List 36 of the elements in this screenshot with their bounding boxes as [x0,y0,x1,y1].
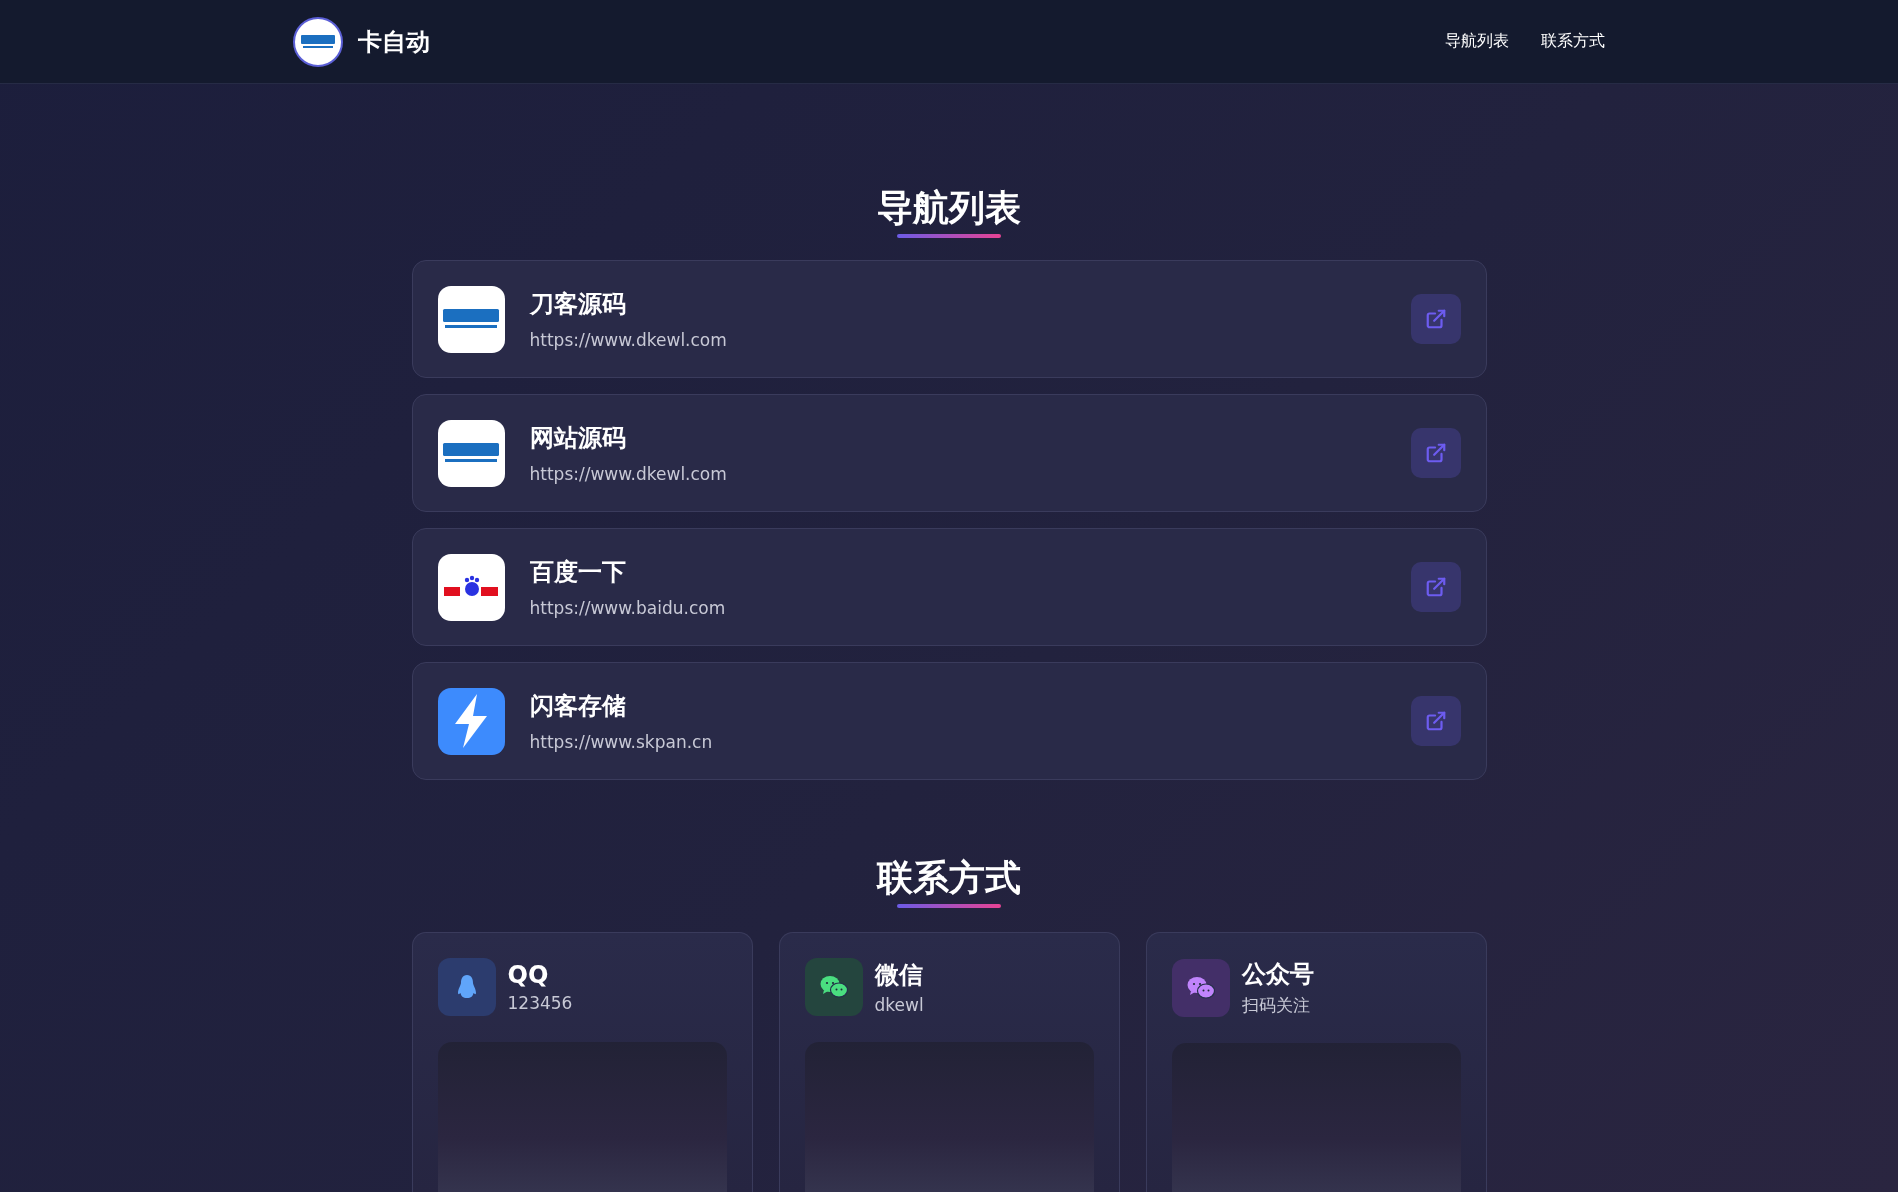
nav-link[interactable]: 导航列表 [1445,31,1509,52]
contact-name: 微信 [874,960,924,991]
external-link-icon [1424,710,1447,732]
link-title: 刀客源码 [529,289,627,320]
contact-value: dkewl [874,995,924,1015]
link-card[interactable]: 闪客存储 https://www.skpan.cn [411,662,1487,780]
link-card[interactable]: 网站源码 https://www.dkewl.com [411,394,1487,512]
chat-bubbles-icon [1186,975,1215,1000]
link-url: https://www.baidu.com [529,598,726,618]
contact-value: 123456 [507,993,573,1013]
penguin-icon [456,975,477,999]
open-link-button[interactable] [1410,562,1461,612]
link-title: 闪客存储 [529,691,627,722]
open-link-button[interactable] [1410,696,1461,746]
link-card[interactable]: 百度一下 https://www.baidu.com [411,528,1487,646]
open-link-button[interactable] [1410,294,1461,344]
site-logo[interactable] [293,16,343,67]
nav-link[interactable]: 联系方式 [1541,31,1605,52]
open-link-button[interactable] [1410,428,1461,478]
paw-logo-drawing [442,575,500,599]
link-title: 网站源码 [529,423,627,454]
link-url: https://www.skpan.cn [529,732,713,752]
external-link-icon [1424,576,1447,598]
contact-name: QQ [507,961,550,989]
section-title: 联系方式 [877,856,1021,900]
link-url: https://www.dkewl.com [529,464,727,484]
section-title: 导航列表 [877,186,1021,230]
external-link-icon [1424,442,1447,464]
link-url: https://www.dkewl.com [529,330,727,350]
chat-bubbles-icon [819,975,848,999]
external-link-icon [1424,308,1447,330]
contact-name: 公众号 [1241,959,1314,990]
contact-value: 扫码关注 [1241,994,1311,1017]
link-title: 百度一下 [529,557,627,588]
link-card[interactable]: 刀客源码 https://www.dkewl.com [411,260,1487,378]
site-name: 卡自动 [358,26,430,58]
